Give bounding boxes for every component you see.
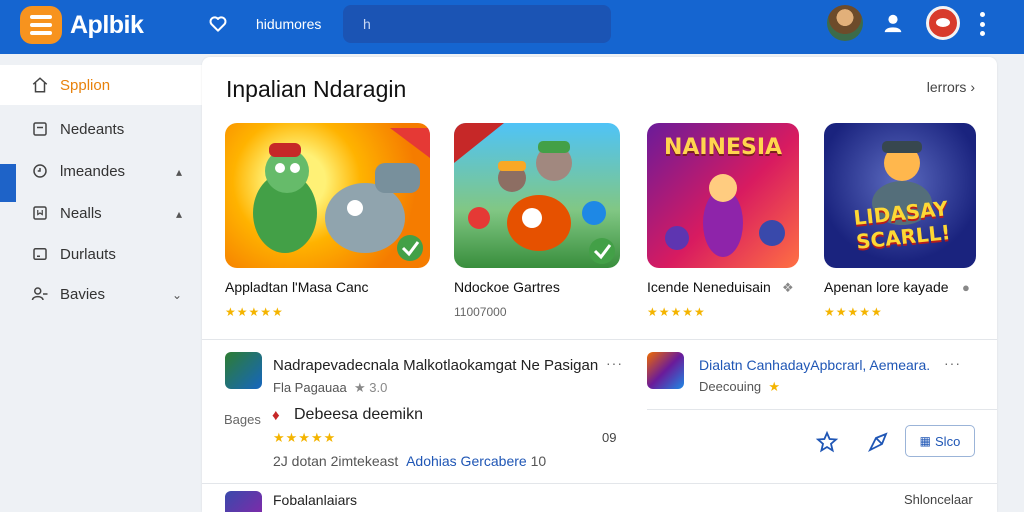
sidebar-item-bavies[interactable]: Bavies ⌄ [0, 274, 202, 314]
inbox-icon [30, 119, 50, 139]
chevron-up-icon[interactable]: ▴ [176, 165, 182, 179]
people-icon [30, 284, 50, 304]
see-more-link[interactable]: lerrors › [927, 79, 975, 95]
list-item-right-label: Shloncelaar [904, 492, 973, 507]
home-icon [30, 75, 50, 95]
sidebar-item-lmeandes[interactable]: lmeandes ▴ [0, 151, 202, 191]
app-name[interactable]: Ndockoe Gartres [454, 279, 560, 295]
section-label: Bages [224, 412, 261, 427]
game-icon: ♦ [272, 407, 280, 424]
sidebar-item-label: lmeandes [60, 162, 126, 180]
app-name[interactable]: Apenan lore kayade [824, 279, 949, 295]
app-icon-thumb[interactable] [225, 491, 262, 512]
profile-avatar[interactable] [926, 6, 960, 40]
app-card[interactable]: LIDASAY SCARLL! Apenan lore kayade ● ★★★… [824, 123, 999, 319]
divider [647, 409, 997, 410]
bookmark-icon [30, 203, 50, 223]
list-item-title[interactable]: Debeesa deemikn [294, 406, 423, 424]
star-rating: ★★★★★ [273, 430, 337, 445]
info-icon: ● [962, 280, 970, 295]
sidebar-item-spplion[interactable]: Spplion [0, 65, 202, 105]
more-horizontal-icon[interactable]: ··· [606, 355, 623, 371]
app-name[interactable]: Aplbik [70, 11, 144, 40]
app-thumbnail[interactable]: NAINESIA [647, 123, 799, 268]
sidebar-item-label: Durlauts [60, 245, 116, 263]
game-banner: NAINESIA [663, 135, 783, 160]
sidebar-item-label: Nealls [60, 204, 102, 222]
menu-icon[interactable] [20, 6, 62, 44]
sidebar-item-durlauts[interactable]: Durlauts [0, 234, 202, 274]
divider [202, 339, 997, 340]
install-button[interactable]: ▦ Slco [905, 425, 975, 457]
game-art [253, 128, 430, 261]
review-count: 09 [602, 430, 617, 445]
download-count: 11007000 [454, 305, 507, 319]
sidebar-item-nedeants[interactable]: Nedeants [0, 109, 202, 149]
top-bar: Aplbik hidumores h [0, 0, 1024, 54]
more-vertical-icon[interactable] [972, 12, 992, 36]
avatar[interactable] [827, 5, 863, 41]
sidebar-item-nealls[interactable]: Nealls ▴ [0, 193, 202, 233]
star-rating: ★★★★★ [824, 305, 883, 319]
developer-link[interactable]: Adohias Gercabere [406, 453, 527, 469]
section-title: Inpalian Ndaragin [226, 76, 407, 102]
list-item-title[interactable]: Dialatn CanhadayApbcrarl, Aemeara. [699, 357, 930, 373]
app-thumbnail[interactable] [454, 123, 620, 268]
main-panel: Inpalian Ndaragin lerrors › Appladtan l'… [202, 57, 997, 512]
sidebar-item-label: Spplion [60, 76, 111, 94]
share-icon[interactable] [866, 430, 890, 454]
list-item-title[interactable]: Nadrapevadecnala Malkotlaokamgat Ne Pasi… [273, 357, 598, 374]
sidebar-item-label: Nedeants [60, 120, 125, 138]
search-input[interactable]: h [343, 5, 611, 43]
list-item-sub: Fla Pagauaa ★ 3.0 [273, 380, 388, 395]
list-item-meta: 2J dotan 2imtekeast Adohias Gercabere 10 [273, 453, 547, 469]
more-horizontal-icon[interactable]: ··· [944, 355, 961, 371]
sidebar: Spplion Nedeants lmeandes ▴ Nealls ▴ Dur… [0, 54, 202, 512]
badge-icon: ❖ [782, 280, 794, 295]
list-item-sub: Deecouing ★ [699, 379, 781, 394]
app-icon-thumb[interactable] [647, 352, 684, 389]
top-nav-link[interactable]: hidumores [256, 16, 321, 32]
list-item-title[interactable]: Fobalanlaiars [273, 492, 357, 508]
star-icon[interactable] [815, 430, 839, 454]
game-art [454, 123, 615, 264]
app-thumbnail[interactable]: LIDASAY SCARLL! [824, 123, 976, 268]
app-thumbnail[interactable] [225, 123, 430, 268]
app-name[interactable]: Icende Neneduisain [647, 279, 771, 295]
app-name[interactable]: Appladtan l'Masa Canc [225, 279, 369, 295]
app-icon-thumb[interactable] [225, 352, 262, 389]
app-card[interactable]: Ndockoe Gartres 11007000 [454, 123, 629, 319]
square-icon [30, 244, 50, 264]
chevron-down-icon[interactable]: ⌄ [172, 288, 182, 302]
chevron-up-icon[interactable]: ▴ [176, 207, 182, 221]
star-rating: ★★★★★ [225, 305, 284, 319]
sidebar-item-label: Bavies [60, 285, 106, 303]
app-card[interactable]: Appladtan l'Masa Canc ★★★★★ [225, 123, 430, 319]
clock-icon [30, 161, 50, 181]
app-card[interactable]: NAINESIA Icende Neneduisain ❖ ★★★★★ [647, 123, 822, 319]
star-rating: ★★★★★ [647, 305, 706, 319]
heart-icon[interactable] [208, 14, 228, 34]
user-icon[interactable] [882, 12, 904, 34]
grid-icon: ▦ [919, 434, 932, 448]
divider [202, 483, 997, 484]
